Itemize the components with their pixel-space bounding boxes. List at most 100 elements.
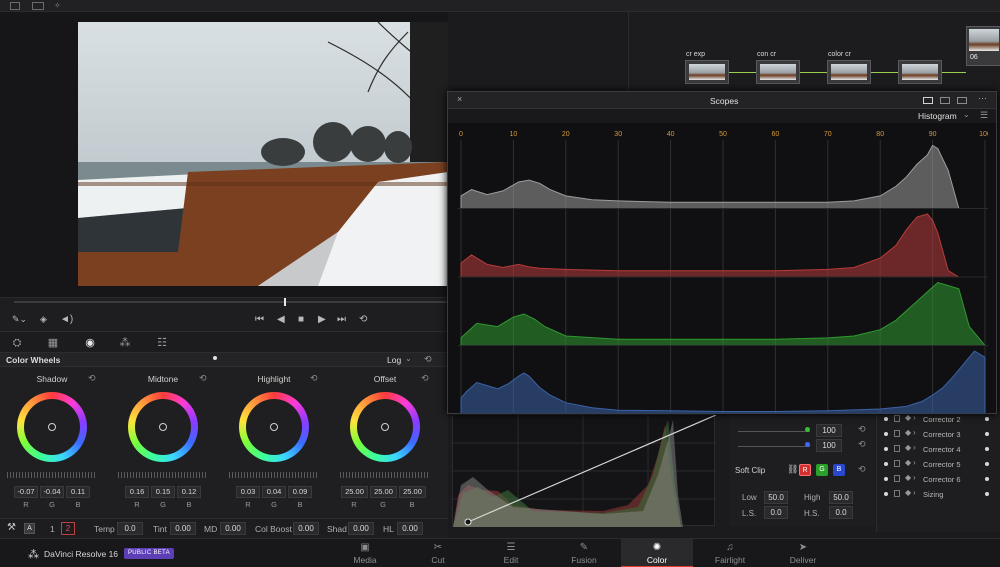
step-back-icon[interactable]: ◀: [277, 314, 285, 325]
list-item[interactable]: ◆ › Corrector 2: [877, 412, 1000, 427]
skip-back-icon[interactable]: ⏮: [255, 314, 264, 325]
more-options-icon[interactable]: ···: [978, 93, 987, 103]
auto-icon[interactable]: A: [24, 523, 35, 534]
single-view-icon[interactable]: [923, 97, 933, 104]
blue-intensity-dot[interactable]: [805, 442, 810, 447]
reset-icon[interactable]: ⟲: [421, 373, 429, 384]
loop-icon[interactable]: ⟲: [359, 314, 367, 325]
shadow-g-value[interactable]: -0.04: [40, 486, 64, 498]
page-dot[interactable]: [213, 356, 217, 360]
ls-field[interactable]: 0.0: [764, 506, 788, 519]
color-match-icon[interactable]: ▦: [46, 337, 60, 349]
shadow-b-value[interactable]: 0.11: [66, 486, 90, 498]
chevron-down-icon[interactable]: ⌄: [963, 110, 970, 119]
reset-icon[interactable]: ⟲: [858, 464, 866, 475]
x-tick-label: 70: [824, 131, 832, 138]
play-icon[interactable]: ▶: [318, 314, 326, 325]
skip-forward-icon[interactable]: ⏭: [337, 314, 346, 325]
rgb-mixer-icon[interactable]: ⁂: [118, 337, 132, 349]
page-deliver[interactable]: ➤ Deliver: [767, 539, 839, 567]
shadow-wheel[interactable]: [17, 392, 87, 462]
blue-intensity-field[interactable]: 100: [816, 439, 842, 452]
reset-icon[interactable]: ⟲: [88, 373, 96, 384]
channel-r-button[interactable]: R: [799, 464, 811, 476]
eyedropper-icon[interactable]: ✎⌄: [12, 314, 27, 325]
md-field[interactable]: 0.00: [220, 522, 246, 535]
page-fusion[interactable]: ✎ Fusion: [548, 539, 620, 567]
motion-effects-icon[interactable]: ☷: [155, 337, 169, 349]
reset-icon[interactable]: ⟲: [199, 373, 207, 384]
midtone-r-value[interactable]: 0.16: [125, 486, 149, 498]
node[interactable]: [827, 60, 871, 84]
close-icon[interactable]: ×: [457, 94, 462, 104]
list-item[interactable]: ◆ › Sizing: [877, 487, 1000, 502]
settings-icon[interactable]: ☰: [980, 110, 988, 121]
low-field[interactable]: 50.0: [764, 491, 788, 504]
node[interactable]: [685, 60, 729, 84]
offset-b-value[interactable]: 25.00: [399, 486, 426, 498]
link-icon[interactable]: ⛓: [787, 464, 798, 475]
highlight-master-dial[interactable]: [229, 472, 319, 478]
midtone-master-dial[interactable]: [118, 472, 208, 478]
list-item[interactable]: ◆ › Corrector 5: [877, 457, 1000, 472]
offset-r-value[interactable]: 25.00: [341, 486, 368, 498]
camera-raw-icon[interactable]: ⛭: [10, 337, 24, 349]
list-item[interactable]: ◆ › Corrector 6: [877, 472, 1000, 487]
shadow-master-dial[interactable]: [7, 472, 97, 478]
scope-type-select[interactable]: Histogram: [918, 111, 957, 121]
reset-icon[interactable]: ⟲: [858, 439, 866, 450]
stop-icon[interactable]: ■: [298, 314, 304, 325]
midtone-b-value[interactable]: 0.12: [177, 486, 201, 498]
page-cut[interactable]: ✂ Cut: [402, 539, 474, 567]
page-fairlight[interactable]: ♫ Fairlight: [694, 539, 766, 567]
page-media[interactable]: ▣ Media: [329, 539, 401, 567]
page-2-button[interactable]: 2: [61, 522, 75, 535]
color-wheels-icon[interactable]: ◉: [83, 337, 97, 349]
reset-icon[interactable]: ⟲: [424, 354, 432, 365]
clip-thumbnail[interactable]: 06: [966, 26, 1000, 66]
mode-select[interactable]: Log: [387, 355, 401, 365]
reset-icon[interactable]: ⟲: [858, 424, 866, 435]
scopes-titlebar[interactable]: × Scopes ···: [448, 92, 996, 109]
dual-view-icon[interactable]: [940, 97, 950, 104]
chevron-down-icon[interactable]: ⌄: [405, 354, 412, 363]
tint-field[interactable]: 0.00: [170, 522, 196, 535]
reset-icon[interactable]: ⟲: [310, 373, 318, 384]
highlight-b-value[interactable]: 0.09: [288, 486, 312, 498]
temp-field[interactable]: 0.0: [117, 522, 143, 535]
offset-master-dial[interactable]: [340, 472, 430, 478]
layout-icon[interactable]: [10, 2, 20, 10]
offset-wheel[interactable]: [350, 392, 420, 462]
shadow-r-value[interactable]: -0.07: [14, 486, 38, 498]
high-field[interactable]: 50.0: [829, 491, 853, 504]
highlight-r-value[interactable]: 0.03: [236, 486, 260, 498]
effects-icon[interactable]: ✧: [54, 2, 64, 10]
midtone-wheel[interactable]: [128, 392, 198, 462]
hl-field[interactable]: 0.00: [397, 522, 423, 535]
playhead[interactable]: [284, 298, 286, 306]
node[interactable]: [898, 60, 942, 84]
volume-icon[interactable]: ◄): [60, 314, 73, 325]
grid-icon[interactable]: [32, 2, 44, 10]
page-1-button[interactable]: 1: [50, 524, 55, 534]
highlight-g-value[interactable]: 0.04: [262, 486, 286, 498]
col-boost-field[interactable]: 0.00: [293, 522, 319, 535]
offset-g-value[interactable]: 25.00: [370, 486, 397, 498]
shad-field[interactable]: 0.00: [348, 522, 374, 535]
page-edit[interactable]: ☰ Edit: [475, 539, 547, 567]
green-intensity-dot[interactable]: [805, 427, 810, 432]
green-intensity-field[interactable]: 100: [816, 424, 842, 437]
auto-balance-icon[interactable]: ⚒: [7, 522, 16, 533]
midtone-g-value[interactable]: 0.15: [151, 486, 175, 498]
hs-field[interactable]: 0.0: [829, 506, 853, 519]
timeline-scrubber[interactable]: [14, 301, 448, 303]
highlight-wheel[interactable]: [239, 392, 309, 462]
list-item[interactable]: ◆ › Corrector 4: [877, 442, 1000, 457]
channel-b-button[interactable]: B: [833, 464, 845, 476]
list-item[interactable]: ◆ › Corrector 3: [877, 427, 1000, 442]
page-color[interactable]: ✺ Color: [621, 539, 693, 567]
channel-g-button[interactable]: G: [816, 464, 828, 476]
layers-icon[interactable]: ◈: [40, 314, 47, 325]
node[interactable]: [756, 60, 800, 84]
quad-view-icon[interactable]: [957, 97, 967, 104]
